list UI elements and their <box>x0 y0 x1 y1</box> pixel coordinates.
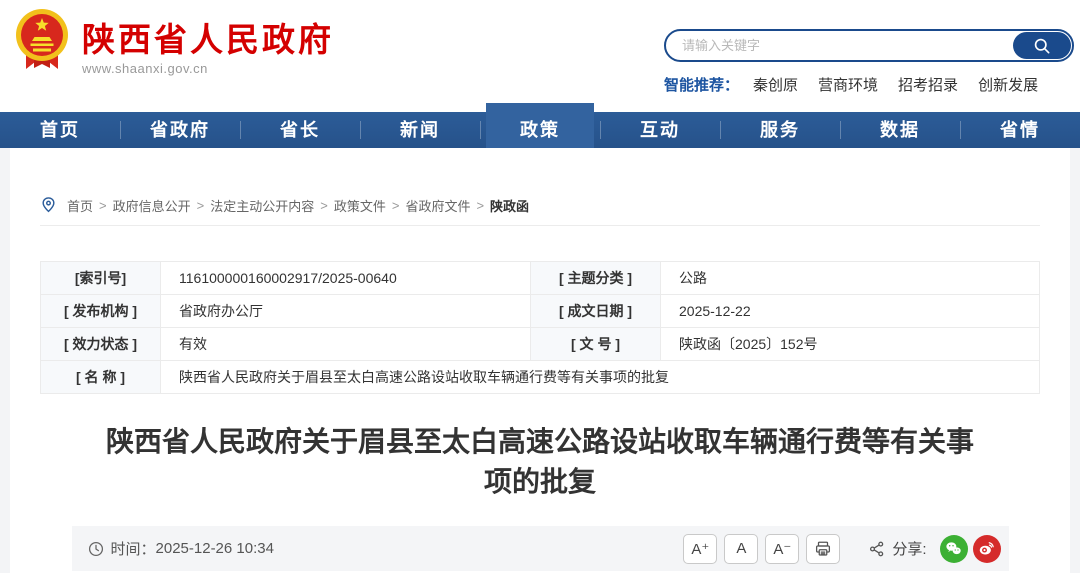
table-row: [ 发布机构 ] 省政府办公厅 [ 成文日期 ] 2025-12-22 <box>40 294 1040 328</box>
breadcrumb-separator: > <box>99 197 107 213</box>
publish-time: 时间： 2025-12-26 10:34 <box>88 538 274 559</box>
nav-item-policy-active[interactable]: 政策 <box>480 103 600 148</box>
search-icon <box>1032 36 1052 56</box>
table-row: [ 名 称 ] 陕西省人民政府关于眉县至太白高速公路设站收取车辆通行费等有关事项… <box>40 360 1040 394</box>
breadcrumb-separator: > <box>476 197 485 213</box>
meta-index-label: [索引号] <box>40 261 161 295</box>
page-title: 陕西省人民政府关于眉县至太白高速公路设站收取车辆通行费等有关事项的批复 <box>105 426 974 497</box>
meta-docnum-value: 陕政函〔2025〕152号 <box>660 327 1040 361</box>
nav-item-data[interactable]: 数据 <box>840 112 960 148</box>
font-decrease-button[interactable]: A⁻ <box>765 533 800 564</box>
nav-item-home[interactable]: 首页 <box>0 112 120 148</box>
smart-recommend-row: 智能推荐： 秦创原 营商环境 招考招录 创新发展 <box>664 74 1074 95</box>
content-card: 首页 > 政府信息公开 > 法定主动公开内容 > 政策文件 > 省政府文件 > … <box>10 148 1070 573</box>
site-header: 陕西省人民政府 www.shaanxi.gov.cn 智能推荐： 秦创原 营商环… <box>0 0 1080 112</box>
weibo-icon <box>977 539 996 558</box>
nav-item-province-overview[interactable]: 省情 <box>960 112 1080 148</box>
nav-item-interaction[interactable]: 互动 <box>600 112 720 148</box>
printer-icon <box>814 540 832 558</box>
breadcrumb-home[interactable]: 首页 <box>67 196 93 215</box>
site-url: www.shaanxi.gov.cn <box>82 61 208 76</box>
hot-word-link[interactable]: 招考招录 <box>898 74 958 95</box>
font-increase-button[interactable]: A⁺ <box>683 533 718 564</box>
breadcrumb-policy-documents[interactable]: 政策文件 <box>334 196 386 215</box>
nav-item-governor[interactable]: 省长 <box>240 112 360 148</box>
breadcrumb-separator: > <box>391 197 400 213</box>
meta-issuer-value: 省政府办公厅 <box>160 294 531 328</box>
share-icon <box>868 540 886 558</box>
publish-time-value: 2025-12-26 10:34 <box>155 540 274 557</box>
meta-docnum-label: [ 文 号 ] <box>530 327 661 361</box>
page-background: 首页 > 政府信息公开 > 法定主动公开内容 > 政策文件 > 省政府文件 > … <box>0 148 1080 573</box>
meta-topic-value: 公路 <box>660 261 1040 295</box>
table-row: [ 效力状态 ] 有效 [ 文 号 ] 陕政函〔2025〕152号 <box>40 327 1040 361</box>
meta-index-value: 116100000160002917/2025-00640 <box>160 261 531 295</box>
table-row: [索引号] 116100000160002917/2025-00640 [ 主题… <box>40 261 1040 295</box>
document-meta-table: [索引号] 116100000160002917/2025-00640 [ 主题… <box>40 261 1040 394</box>
breadcrumb-divider <box>40 225 1040 226</box>
meta-validity-label: [ 效力状态 ] <box>40 327 161 361</box>
clock-icon <box>88 541 111 557</box>
hot-word-link[interactable]: 创新发展 <box>978 74 1038 95</box>
meta-date-value: 2025-12-22 <box>660 294 1040 328</box>
breadcrumb: 首页 > 政府信息公开 > 法定主动公开内容 > 政策文件 > 省政府文件 > … <box>40 148 1040 215</box>
breadcrumb-provincial-documents[interactable]: 省政府文件 <box>405 196 470 215</box>
nav-item-services[interactable]: 服务 <box>720 112 840 148</box>
font-normal-button[interactable]: A <box>724 533 759 564</box>
smart-recommend-label: 智能推荐： <box>664 77 740 94</box>
meta-topic-label: [ 主题分类 ] <box>530 261 661 295</box>
meta-validity-value: 有效 <box>160 327 531 361</box>
main-navigation: 首页 省政府 省长 新闻 政策 互动 服务 数据 省情 <box>0 103 1080 148</box>
meta-issuer-label: [ 发布机构 ] <box>40 294 161 328</box>
print-button[interactable] <box>806 533 841 564</box>
search-box <box>664 29 1074 62</box>
meta-name-label: [ 名 称 ] <box>40 360 161 394</box>
site-logo[interactable]: 陕西省人民政府 www.shaanxi.gov.cn <box>14 8 334 76</box>
search-button[interactable] <box>1013 32 1071 59</box>
meta-name-value: 陕西省人民政府关于眉县至太白高速公路设站收取车辆通行费等有关事项的批复 <box>160 360 1040 394</box>
share-weibo-button[interactable] <box>972 534 1001 563</box>
share-group: 分享: <box>868 534 1001 563</box>
share-wechat-button[interactable] <box>939 534 968 563</box>
breadcrumb-separator: > <box>196 197 205 213</box>
search-area: 智能推荐： 秦创原 营商环境 招考招录 创新发展 <box>664 29 1074 95</box>
breadcrumb-separator: > <box>320 197 328 213</box>
hot-word-link[interactable]: 秦创原 <box>753 74 798 95</box>
wechat-icon <box>944 539 963 558</box>
site-name: 陕西省人民政府 <box>82 21 334 58</box>
nav-item-news[interactable]: 新闻 <box>360 112 480 148</box>
national-emblem-icon <box>14 8 70 74</box>
hot-word-link[interactable]: 营商环境 <box>818 74 878 95</box>
publish-time-label: 时间： <box>110 541 156 558</box>
meta-date-label: [ 成文日期 ] <box>530 294 661 328</box>
breadcrumb-gov-info[interactable]: 政府信息公开 <box>113 196 191 215</box>
breadcrumb-statutory-disclosure[interactable]: 法定主动公开内容 <box>210 196 314 215</box>
breadcrumb-current: 陕政函 <box>490 198 530 214</box>
share-label: 分享: <box>892 541 927 558</box>
nav-item-provincial-government[interactable]: 省政府 <box>120 112 240 148</box>
article-toolbar: 时间： 2025-12-26 10:34 A⁺ A A⁻ 分享: <box>71 526 1009 571</box>
search-input[interactable] <box>682 32 1002 59</box>
location-pin-icon <box>40 195 57 215</box>
